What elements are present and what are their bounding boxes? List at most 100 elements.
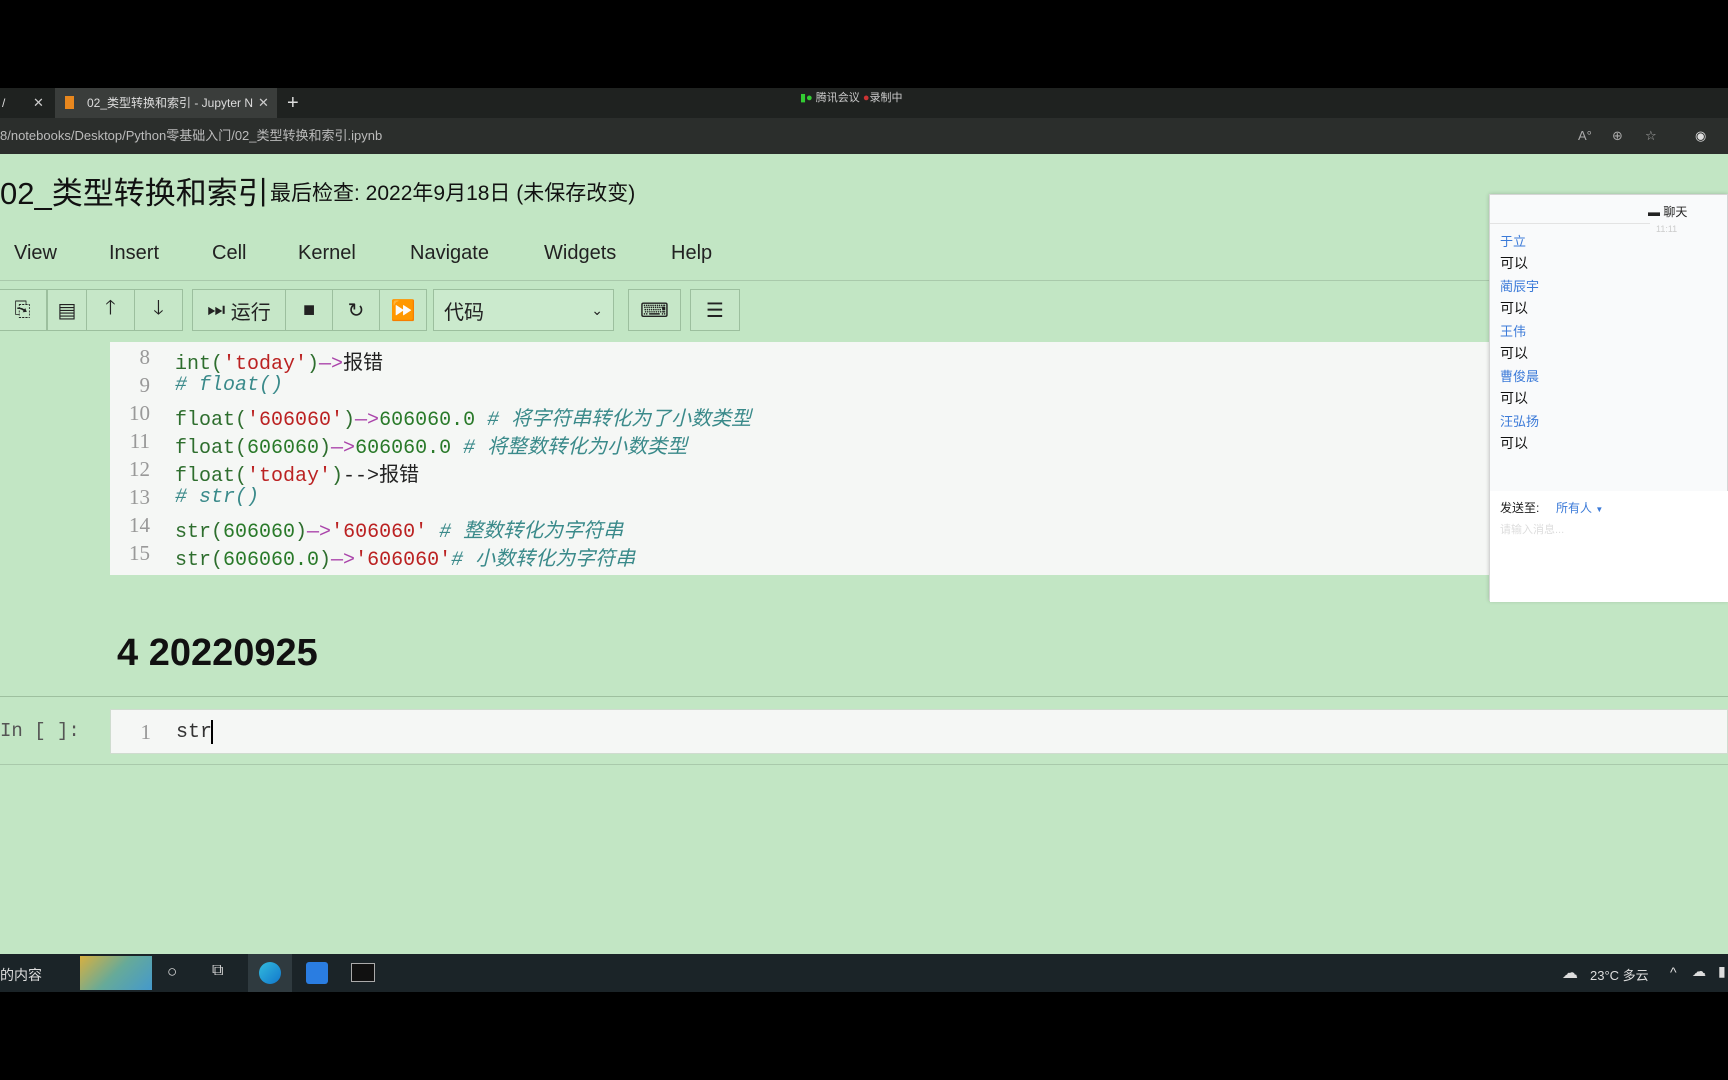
code-line: float(606060)—>606060.0 # 将整数转化为小数类型 (175, 430, 687, 460)
code-token: # 将整数转化为小数类型 (463, 437, 688, 460)
send-to-select[interactable]: 所有人 ▼ (1556, 499, 1603, 516)
code-token: str( (175, 549, 224, 572)
code-token: # 整数转化为字符串 (439, 521, 624, 544)
profile-icon[interactable]: ◉ (1695, 118, 1706, 154)
menu-navigate[interactable]: Navigate (410, 242, 489, 265)
move-up-button[interactable]: 🡑 (86, 289, 135, 331)
code-token: 606060.0 (355, 437, 464, 460)
divider (0, 764, 1728, 765)
stop-button[interactable]: ■ (285, 289, 333, 331)
code-token: —> (307, 521, 332, 544)
search-highlight-image (80, 956, 152, 990)
code-line: float('today')-->报错 (175, 458, 419, 488)
address-bar[interactable]: 8/notebooks/Desktop/Python零基础入门/02_类型转换和… (0, 118, 1728, 154)
code-token: '606060' (331, 521, 440, 544)
zoom-icon[interactable]: ⊕ (1612, 118, 1623, 154)
close-tab-icon[interactable]: ✕ (33, 88, 44, 118)
weather-text[interactable]: 23°C 多云 (1590, 965, 1649, 984)
code-token: —> (355, 409, 380, 432)
app-icon[interactable] (306, 962, 328, 984)
chat-message: 可以 (1500, 345, 1528, 361)
tab-previous[interactable]: / ✕ (0, 88, 55, 118)
chat-sender: 蔺辰宇 (1500, 279, 1540, 294)
close-tab-icon[interactable]: ✕ (258, 88, 269, 118)
line-number: 11 (129, 429, 150, 453)
message-input[interactable]: 请输入消息... (1500, 521, 1564, 537)
menu-insert[interactable]: Insert (109, 242, 159, 265)
send-to-value: 所有人 (1556, 501, 1593, 515)
tab-notebook[interactable]: 02_类型转换和索引 - Jupyter N ✕ (55, 88, 277, 118)
markdown-heading: 4 20220925 (117, 632, 318, 674)
url-text: 8/notebooks/Desktop/Python零基础入门/02_类型转换和… (0, 128, 383, 143)
input-cell-editor[interactable]: 1 str (110, 709, 1728, 754)
toc-button[interactable]: ☰ (690, 289, 740, 331)
chat-sender: 曹俊晨 (1500, 369, 1540, 384)
line-number: 1 (140, 720, 152, 744)
send-to-label: 发送至: (1500, 501, 1540, 515)
code-token: 606060 (247, 437, 320, 460)
code-input[interactable]: str (176, 721, 212, 744)
chat-message: 可以 (1500, 390, 1528, 406)
cell-type-select[interactable]: 代码 ⌄ (433, 289, 614, 331)
chevron-down-icon: ⌄ (591, 301, 603, 318)
edge-icon[interactable] (248, 954, 292, 992)
chat-message: 可以 (1500, 255, 1528, 271)
notebook-title[interactable]: 02_类型转换和索引 (0, 168, 269, 213)
task-view-icon[interactable]: ⧉ (212, 962, 223, 980)
code-token: ) (331, 465, 344, 488)
chat-icon: ▬ (1648, 205, 1664, 219)
read-aloud-icon[interactable]: A° (1578, 118, 1592, 154)
code-token: ) (295, 521, 308, 544)
menu-widgets[interactable]: Widgets (544, 242, 616, 265)
line-number: 15 (129, 541, 150, 565)
code-token: str( (175, 521, 224, 544)
code-token: '606060' (247, 409, 344, 432)
line-number: 9 (139, 373, 151, 397)
run-button[interactable]: ⏭ 运行 (192, 289, 286, 331)
chat-panel: ▬ 聊天 11:11 于立 可以 蔺辰宇 可以 王伟 可以 曹俊晨 可以 汪弘扬 可以 发送至: … (1489, 194, 1728, 602)
restart-button[interactable]: ↻ (332, 289, 380, 331)
chat-time: 11:11 (1656, 224, 1678, 234)
menu-cell[interactable]: Cell (212, 242, 246, 265)
keyboard-icon: ⌨ (640, 299, 669, 322)
arrow-down-icon: 🡓 (153, 297, 164, 319)
code-token: 606060.0 (223, 549, 320, 572)
divider (0, 696, 1728, 697)
copy-button[interactable]: ⎘ (0, 289, 47, 331)
line-number: 13 (129, 485, 150, 509)
paste-button[interactable]: ▤ (47, 289, 87, 331)
code-token: 606060.0 (379, 409, 488, 432)
code-token: int( (175, 353, 224, 376)
tab-label: / (2, 96, 6, 110)
fast-forward-icon: ⏩ (390, 299, 416, 322)
menu-kernel[interactable]: Kernel (298, 242, 356, 265)
favorites-icon[interactable]: ☆ (1645, 118, 1657, 154)
run-all-button[interactable]: ⏩ (379, 289, 427, 331)
move-down-button[interactable]: 🡓 (134, 289, 183, 331)
battery-icon[interactable]: ▮ (1718, 963, 1726, 980)
code-token: # 将字符串转化为了小数类型 (487, 409, 752, 432)
stop-icon: ■ (302, 298, 316, 321)
code-token: 'today' (223, 353, 308, 376)
arrow-up-icon: 🡑 (105, 297, 116, 319)
code-cell[interactable]: 8 int('today')—>报错 9 # float() 10 float('6060… (110, 342, 1490, 575)
new-tab-button[interactable]: + (287, 88, 299, 118)
search-box[interactable]: 的内容 (0, 965, 42, 985)
terminal-icon[interactable] (351, 963, 375, 982)
cell-type-value: 代码 (444, 301, 484, 324)
code-token: 报错 (343, 353, 384, 376)
code-token: float( (175, 409, 248, 432)
chevron-up-icon[interactable]: ^ (1670, 964, 1677, 980)
chat-compose[interactable]: 发送至: 所有人 ▼ 请输入消息... (1490, 491, 1728, 602)
keyboard-shortcuts-button[interactable]: ⌨ (628, 289, 681, 331)
code-token: 'today' (247, 465, 332, 488)
chat-sender: 汪弘扬 (1500, 414, 1540, 429)
copy-icon: ⎘ (14, 298, 31, 321)
run-label: 运行 (230, 301, 271, 324)
list-icon: ☰ (706, 299, 724, 322)
menu-help[interactable]: Help (671, 242, 712, 265)
chat-title: 聊天 (1663, 205, 1688, 219)
onedrive-icon[interactable]: ☁ (1692, 963, 1706, 980)
menu-view[interactable]: View (14, 242, 57, 265)
cortana-icon[interactable]: ○ (167, 962, 177, 982)
